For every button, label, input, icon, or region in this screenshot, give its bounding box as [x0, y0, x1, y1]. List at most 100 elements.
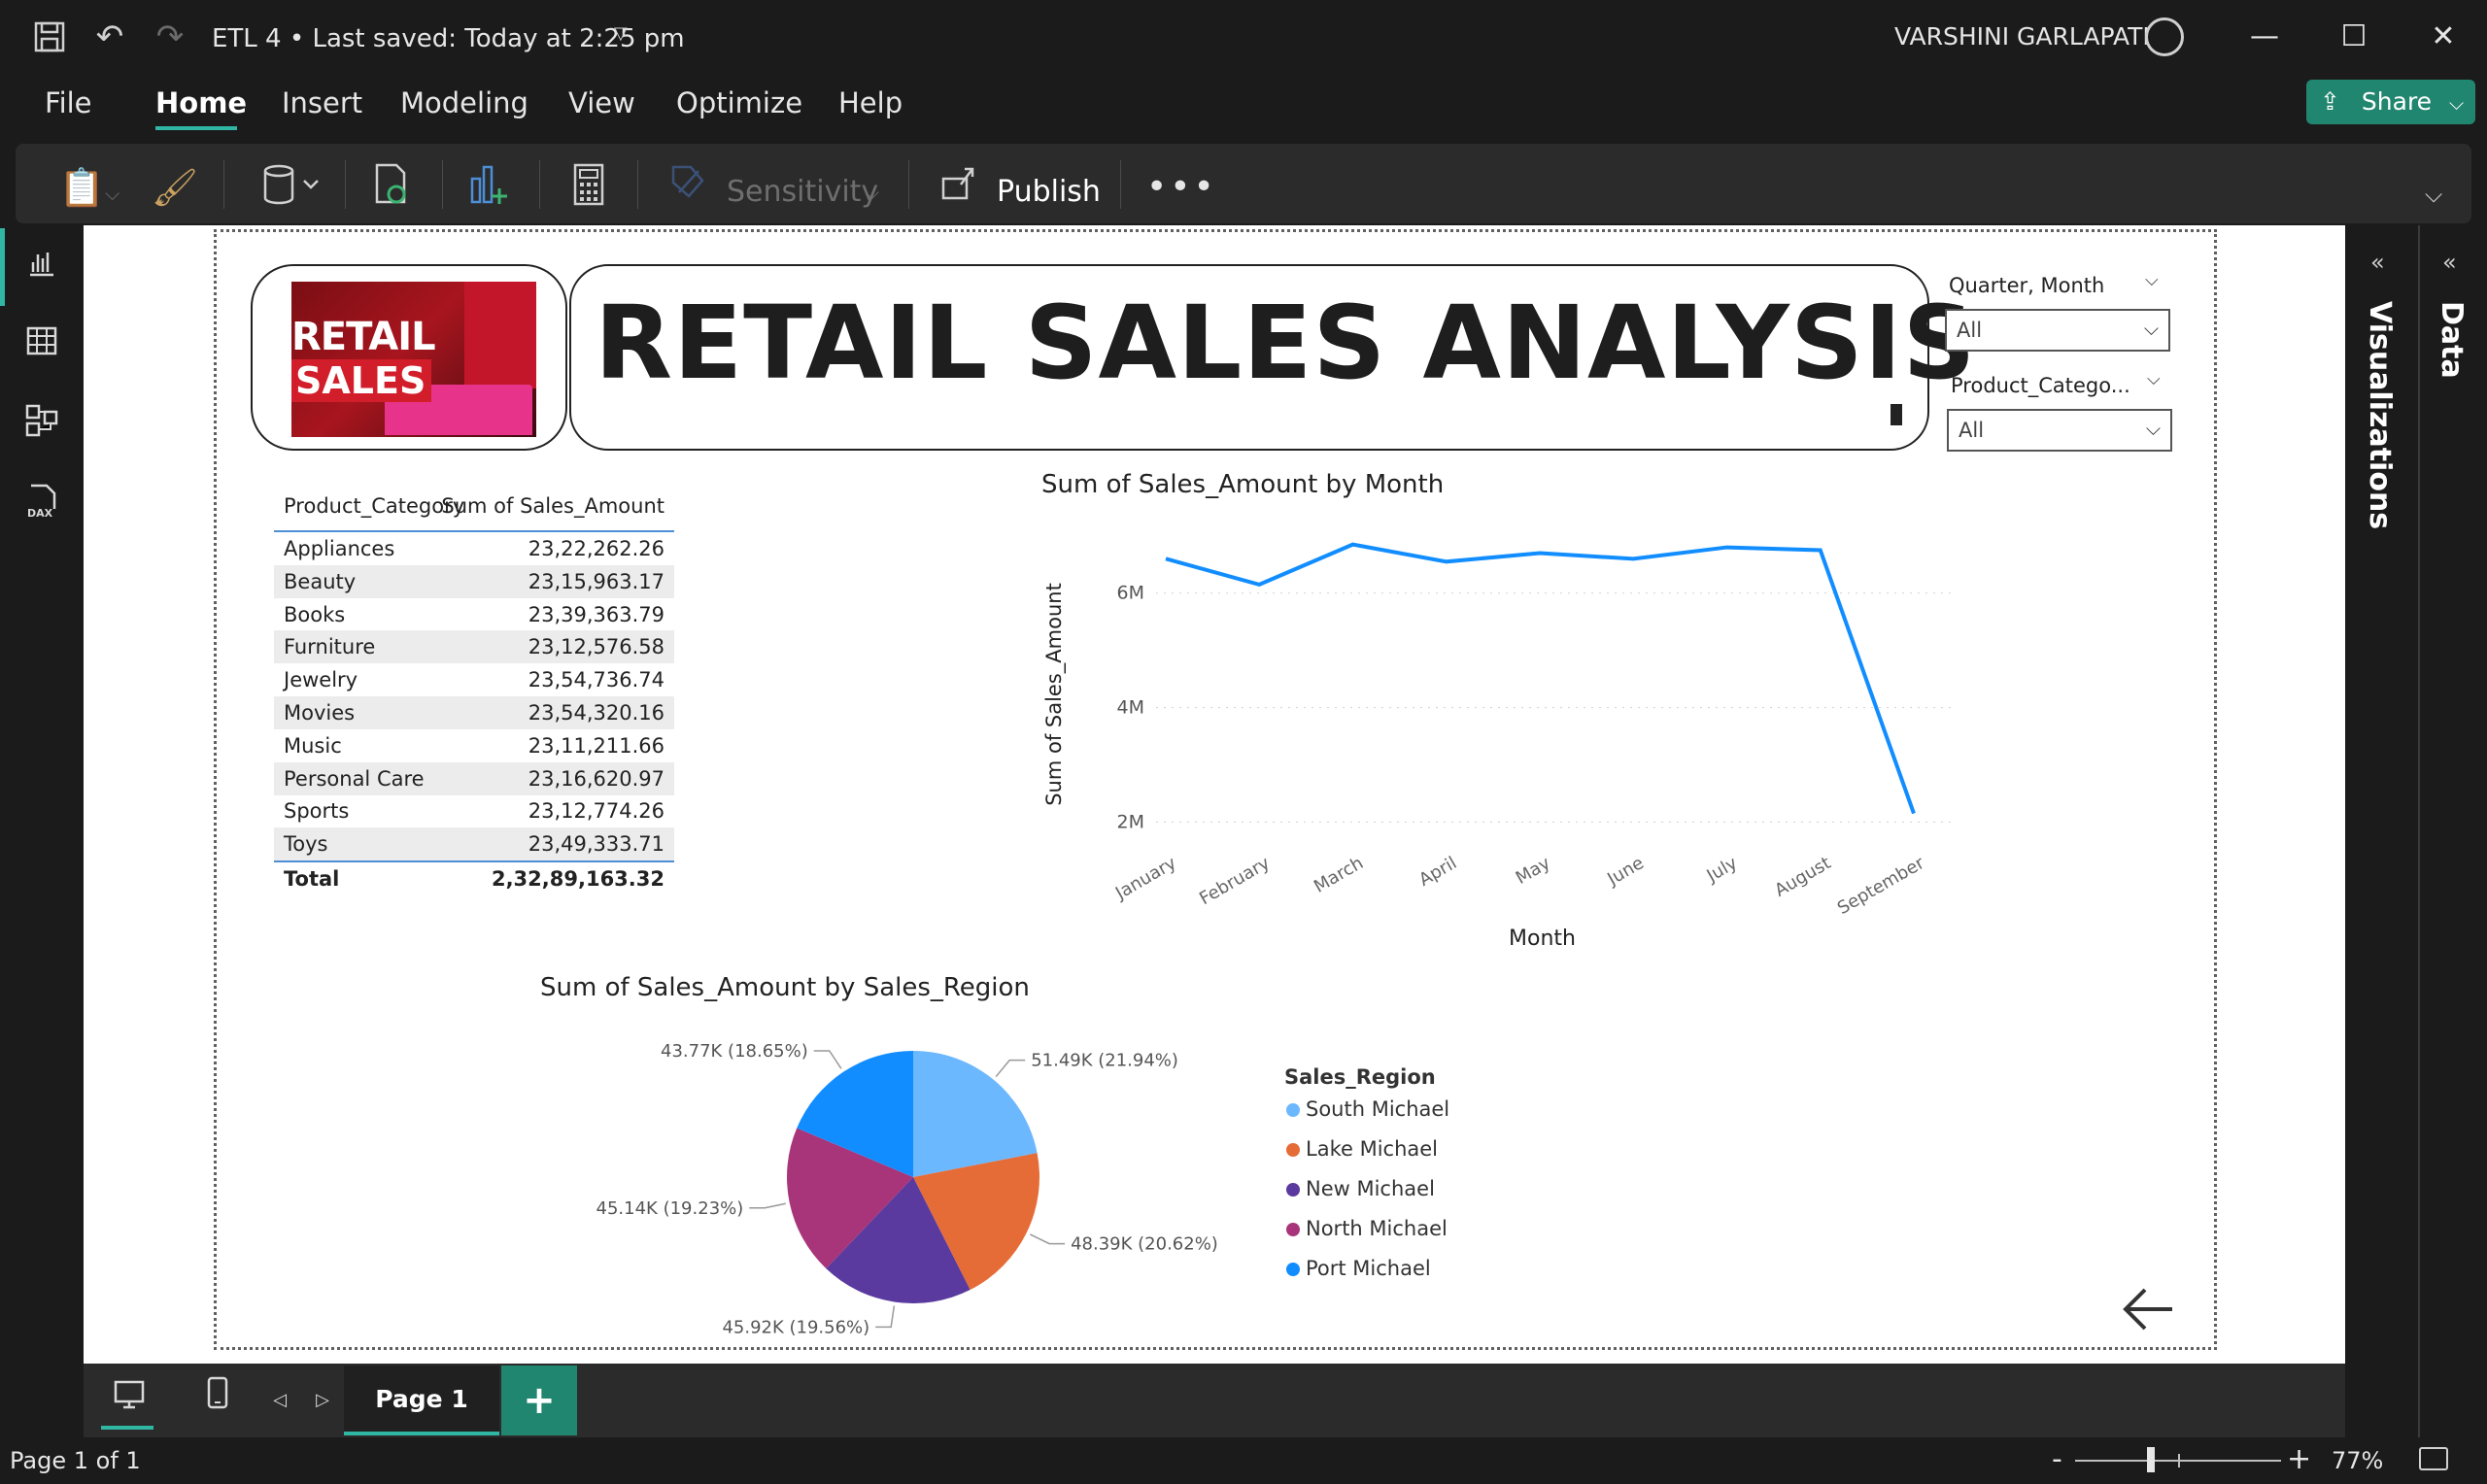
- x-tick-label: May: [1513, 853, 1554, 889]
- format-painter-icon[interactable]: 🖌: [148, 163, 202, 212]
- chevron-down-icon[interactable]: ▽: [614, 23, 628, 44]
- x-tick-label: August: [1771, 853, 1834, 901]
- legend-swatch: [1286, 1183, 1300, 1197]
- refresh-icon[interactable]: [365, 163, 420, 212]
- slicer-product-category-label: Product_Catego...: [1951, 374, 2130, 397]
- slicer-quarter-month-dropdown[interactable]: All ⌵: [1945, 309, 2170, 352]
- zoom-level[interactable]: 77%: [2332, 1437, 2383, 1484]
- new-visual-icon[interactable]: [462, 163, 517, 212]
- save-icon[interactable]: [25, 0, 74, 74]
- add-page-button[interactable]: +: [501, 1366, 577, 1435]
- chevron-down-icon[interactable]: ⌵: [2145, 270, 2159, 290]
- pane-divider: [2418, 225, 2420, 1437]
- sensitivity-icon: [666, 163, 709, 212]
- table-row[interactable]: Toys 23,49,333.71: [274, 827, 674, 861]
- x-tick-label: June: [1603, 853, 1647, 890]
- sensitivity-button: Sensitivity: [727, 175, 879, 209]
- table-cell-sales: 23,12,576.58: [528, 635, 664, 659]
- table-row[interactable]: Sports 23,12,774.26: [274, 794, 674, 827]
- y-axis-title: Sum of Sales_Amount: [1042, 583, 1067, 806]
- previous-page-icon[interactable]: ◁: [268, 1366, 291, 1435]
- share-icon: ⇪: [2320, 87, 2340, 116]
- table-view-icon[interactable]: [17, 320, 66, 369]
- chevron-down-icon: ⌵: [865, 181, 880, 204]
- table-cell-category: Toys: [284, 832, 328, 857]
- tab-page-1[interactable]: Page 1: [344, 1366, 499, 1435]
- table-row[interactable]: Appliances 23,22,262.26: [274, 532, 674, 565]
- legend-label: South Michael: [1306, 1097, 1450, 1121]
- zoom-slider-thumb[interactable]: [2147, 1447, 2155, 1472]
- logo-text-line1: RETAIL: [291, 315, 436, 359]
- back-arrow-icon[interactable]: [2122, 1284, 2176, 1347]
- chevron-down-icon[interactable]: ⌵: [2147, 369, 2161, 389]
- zoom-out-button[interactable]: -: [2052, 1437, 2062, 1482]
- get-data-icon[interactable]: [253, 163, 330, 212]
- ribbon-separator: [442, 160, 443, 209]
- menu-insert[interactable]: Insert: [282, 74, 362, 132]
- legend-label: Port Michael: [1306, 1257, 1431, 1280]
- ribbon-separator: [539, 160, 540, 209]
- series-line[interactable]: [1165, 542, 1916, 815]
- menu-home[interactable]: Home: [155, 74, 247, 132]
- ribbon-separator: [223, 160, 224, 209]
- line-chart-x-axis-title: Month: [1509, 927, 1576, 951]
- svg-text:DAX: DAX: [27, 507, 53, 519]
- x-tick-label: July: [1703, 853, 1742, 887]
- line-chart[interactable]: 2M 4M 6M Sum of Sales_Amount January February…: [1039, 505, 1972, 923]
- mobile-layout-icon[interactable]: [196, 1366, 239, 1435]
- legend-label: Lake Michael: [1306, 1137, 1439, 1161]
- expand-visualizations-icon[interactable]: «: [2370, 249, 2385, 276]
- report-view-icon[interactable]: [17, 243, 66, 291]
- menu-view[interactable]: View: [568, 74, 635, 132]
- table-cell-sales: 23,11,211.66: [528, 733, 664, 758]
- table-row[interactable]: Beauty 23,15,963.17: [274, 564, 674, 598]
- menu-help[interactable]: Help: [838, 74, 903, 132]
- table-row[interactable]: Furniture 23,12,576.58: [274, 630, 674, 664]
- leader-line: [749, 1202, 786, 1209]
- pie-chart[interactable]: 51.49K (21.94%) 48.39K (20.62%) 45.92K (19…: [583, 1029, 1263, 1340]
- active-tab-indicator: [155, 126, 237, 130]
- data-pane-tab[interactable]: Data: [2435, 301, 2469, 379]
- logo-text-line2: SALES: [291, 359, 431, 402]
- maximize-icon[interactable]: ☐: [2310, 0, 2398, 74]
- publish-button[interactable]: Publish: [997, 160, 1101, 224]
- active-view-indicator: [0, 228, 5, 306]
- active-layout-indicator: [101, 1426, 153, 1430]
- more-options-button[interactable]: •••: [1146, 155, 1217, 219]
- pie-legend-title: Sales_Region: [1284, 1065, 1436, 1089]
- legend-swatch: [1286, 1143, 1300, 1157]
- table-row[interactable]: Personal Care 23,16,620.97: [274, 761, 674, 795]
- avatar[interactable]: [2145, 17, 2184, 56]
- fit-to-page-icon[interactable]: [2419, 1447, 2448, 1470]
- undo-icon[interactable]: ↶: [85, 0, 134, 74]
- table-cell-sales: 23,15,963.17: [528, 569, 664, 593]
- chevron-down-icon[interactable]: ⌵: [2425, 181, 2442, 208]
- table-header-category[interactable]: Product_Category: [284, 486, 464, 526]
- visualizations-pane-tab[interactable]: Visualizations: [2363, 301, 2397, 529]
- zoom-in-button[interactable]: +: [2287, 1437, 2311, 1482]
- expand-data-icon[interactable]: «: [2442, 249, 2457, 276]
- legend-label: North Michael: [1306, 1217, 1448, 1240]
- table-row[interactable]: Music 23,11,211.66: [274, 729, 674, 762]
- table-row[interactable]: Jewelry 23,54,736.74: [274, 663, 674, 696]
- minimize-icon[interactable]: —: [2221, 0, 2308, 74]
- table-row[interactable]: Books 23,39,363.79: [274, 598, 674, 631]
- menu-modeling[interactable]: Modeling: [400, 74, 528, 132]
- close-icon[interactable]: ✕: [2400, 0, 2487, 74]
- table-row[interactable]: Movies 23,54,320.16: [274, 696, 674, 729]
- table-cell-sales: 23,12,774.26: [528, 799, 664, 824]
- share-button[interactable]: ⇪ Share ⌵: [2306, 80, 2475, 124]
- publish-icon[interactable]: [935, 163, 983, 212]
- calculator-icon[interactable]: [562, 163, 616, 212]
- slicer-product-category-dropdown[interactable]: All ⌵: [1947, 409, 2172, 452]
- table-header-sales[interactable]: Sum of Sales_Amount: [441, 486, 664, 526]
- chevron-down-icon: ⌵: [2145, 417, 2161, 440]
- dax-query-view-icon[interactable]: DAX: [17, 484, 66, 532]
- menu-file[interactable]: File: [45, 74, 92, 132]
- model-view-icon[interactable]: [17, 402, 66, 451]
- menu-optimize[interactable]: Optimize: [676, 74, 802, 132]
- next-page-icon[interactable]: ▷: [311, 1366, 334, 1435]
- paste-icon[interactable]: 📋⌵: [51, 163, 128, 212]
- legend-swatch: [1286, 1263, 1300, 1276]
- redo-icon[interactable]: ↷: [146, 0, 194, 74]
